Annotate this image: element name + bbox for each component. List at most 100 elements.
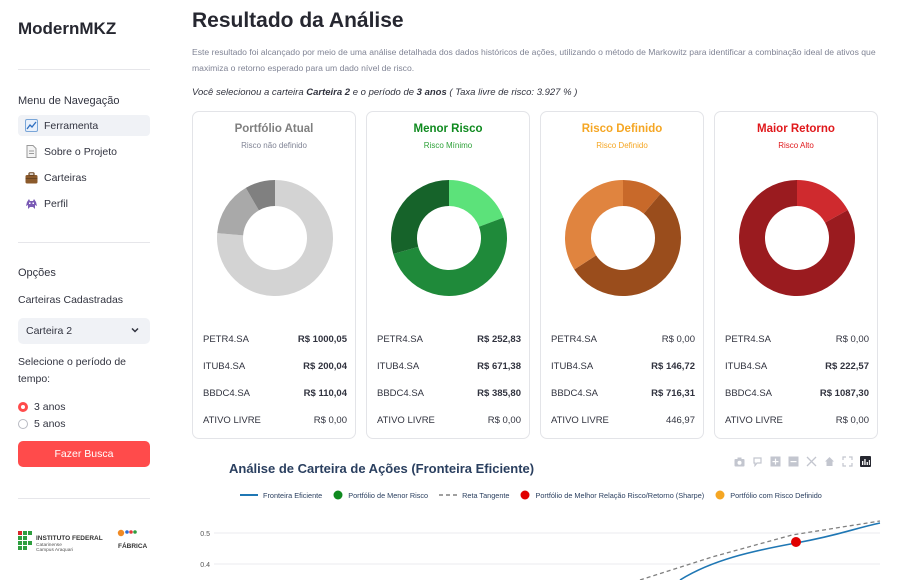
zoom-icon[interactable] — [752, 456, 763, 467]
logo-if-sub2: Campus Araquari — [36, 547, 73, 553]
zoom-out-icon[interactable] — [788, 456, 799, 467]
page-description: Este resultado foi alcançado por meio de… — [192, 47, 876, 73]
asset-ticker: ITUB4.SA — [725, 361, 768, 372]
legend-item[interactable]: Portfólio de Menor Risco — [333, 490, 428, 500]
asset-row: BBDC4.SA R$ 716,31 — [551, 388, 695, 402]
selection-suffix: ( Taxa livre de risco: 3.927 % ) — [446, 87, 578, 98]
nav-heading: Menu de Navegação — [18, 95, 120, 107]
allocation-donut-chart[interactable] — [216, 179, 334, 297]
asset-value: R$ 146,72 — [651, 361, 695, 372]
asset-ticker: PETR4.SA — [377, 334, 423, 345]
asset-value: R$ 1000,05 — [297, 334, 347, 345]
carteiras-label: Carteiras Cadastradas — [18, 294, 124, 306]
chart-title: Análise de Carteira de Ações (Fronteira … — [229, 461, 535, 476]
document-icon — [25, 145, 38, 158]
carteira-select[interactable]: Carteira 2 — [18, 318, 150, 344]
legend-marker-symbol — [520, 490, 530, 500]
asset-value: 446,97 — [665, 415, 695, 426]
chart-icon — [25, 119, 38, 132]
efficient-frontier-line — [679, 522, 881, 580]
chart-modebar — [734, 456, 871, 467]
y-tick-label: 0.5 — [200, 531, 210, 538]
asset-ticker: ATIVO LIVRE — [377, 415, 435, 426]
fullscreen-icon[interactable] — [842, 456, 853, 467]
asset-ticker: ATIVO LIVRE — [551, 415, 609, 426]
allocation-donut-chart[interactable] — [738, 179, 856, 297]
briefcase-icon — [25, 171, 38, 184]
legend-label: Portfólio de Melhor Relação Risco/Retorn… — [535, 490, 705, 500]
asset-ticker: PETR4.SA — [203, 334, 249, 345]
legend-marker-symbol — [333, 490, 343, 500]
card-title: Risco Definido — [581, 123, 663, 135]
zoom-in-icon[interactable] — [770, 456, 781, 467]
radio-unselected-icon — [18, 419, 28, 429]
sharpe-portfolio-marker[interactable] — [791, 537, 801, 547]
asset-row: PETR4.SA R$ 252,83 — [377, 334, 521, 348]
asset-row: ITUB4.SA R$ 146,72 — [551, 361, 695, 375]
search-button[interactable]: Fazer Busca — [18, 441, 150, 467]
asset-row: ATIVO LIVRE 446,97 — [551, 415, 695, 429]
sidebar: ModernMKZ Menu de Navegação Ferramenta S… — [0, 0, 168, 580]
chart-legend: Fronteira Eficiente Portfólio de Menor R… — [240, 490, 833, 500]
radio-label: 5 anos — [34, 418, 66, 430]
asset-value: R$ 1087,30 — [819, 388, 869, 399]
portfolio-card-menor-risco: Menor Risco Risco Mínimo PETR4.SA R$ 252,… — [366, 111, 530, 439]
asset-value: R$ 671,38 — [477, 361, 521, 372]
asset-row: PETR4.SA R$ 0,00 — [725, 334, 869, 348]
card-subtitle: Risco Alto — [778, 141, 814, 150]
legend-item[interactable]: Portfólio de Melhor Relação Risco/Retorn… — [520, 490, 704, 500]
asset-row: BBDC4.SA R$ 385,80 — [377, 388, 521, 402]
legend-dash-symbol — [439, 494, 458, 496]
asset-ticker: ATIVO LIVRE — [725, 415, 783, 426]
asset-value: R$ 385,80 — [477, 388, 521, 399]
asset-row: PETR4.SA R$ 0,00 — [551, 334, 695, 348]
instituto-federal-logo: INSTITUTO FEDERAL Catarinense Campus Ara… — [18, 529, 148, 553]
logo-if-text: INSTITUTO FEDERAL — [36, 535, 103, 542]
alien-icon — [25, 197, 38, 210]
logo-fabrica-text: FÁBRICA — [118, 541, 148, 550]
asset-ticker: BBDC4.SA — [725, 388, 772, 399]
efficient-frontier-plot[interactable]: 0.5 0.4 — [192, 515, 882, 580]
nav-item-label: Ferramenta — [44, 119, 99, 132]
asset-row: ATIVO LIVRE R$ 0,00 — [203, 415, 347, 429]
autoscale-icon[interactable] — [806, 456, 817, 467]
portfolio-card-risco-definido: Risco Definido Risco Definido PETR4.SA R$… — [540, 111, 704, 439]
card-subtitle: Risco não definido — [241, 141, 307, 150]
asset-ticker: ATIVO LIVRE — [203, 415, 261, 426]
periodo-radio-3-anos[interactable]: 3 anos — [18, 401, 66, 413]
asset-value: R$ 716,31 — [651, 388, 695, 399]
selection-prefix: Você selecionou a carteira — [192, 87, 307, 98]
card-subtitle: Risco Definido — [596, 141, 648, 150]
plotly-logo-icon[interactable] — [860, 456, 871, 467]
periodo-radio-5-anos[interactable]: 5 anos — [18, 418, 66, 430]
asset-row: BBDC4.SA R$ 110,04 — [203, 388, 347, 402]
donut-slice-petr4-slice[interactable] — [449, 180, 504, 227]
nav-item-sobre[interactable]: Sobre o Projeto — [18, 141, 150, 162]
legend-item[interactable]: Portfólio com Risco Definido — [715, 490, 822, 500]
nav-item-label: Carteiras — [44, 171, 87, 184]
home-icon[interactable] — [824, 456, 835, 467]
nav-item-ferramenta[interactable]: Ferramenta — [18, 115, 150, 136]
nav-item-carteiras[interactable]: Carteiras — [18, 167, 150, 188]
asset-row: ITUB4.SA R$ 671,38 — [377, 361, 521, 375]
radio-selected-icon — [18, 402, 28, 412]
footer-logos: INSTITUTO FEDERAL Catarinense Campus Ara… — [18, 528, 150, 556]
allocation-donut-chart[interactable] — [564, 179, 682, 297]
asset-ticker: PETR4.SA — [725, 334, 771, 345]
camera-icon[interactable] — [734, 456, 745, 467]
asset-row: BBDC4.SA R$ 1087,30 — [725, 388, 869, 402]
asset-row: ITUB4.SA R$ 200,04 — [203, 361, 347, 375]
asset-ticker: ITUB4.SA — [551, 361, 594, 372]
asset-ticker: PETR4.SA — [551, 334, 597, 345]
options-heading: Opções — [18, 267, 56, 279]
donut-slice-ativo-livre-slice[interactable] — [565, 180, 623, 270]
legend-item[interactable]: Fronteira Eficiente — [240, 491, 322, 500]
legend-item[interactable]: Reta Tangente — [439, 491, 509, 500]
nav-item-perfil[interactable]: Perfil — [18, 193, 150, 214]
asset-value: R$ 0,00 — [313, 415, 347, 426]
selection-carteira: Carteira 2 — [306, 87, 351, 98]
allocation-donut-chart[interactable] — [390, 179, 508, 297]
donut-slice-bbdc4-slice[interactable] — [391, 180, 449, 255]
chevron-down-icon — [130, 325, 140, 338]
asset-value: R$ 0,00 — [661, 334, 695, 345]
